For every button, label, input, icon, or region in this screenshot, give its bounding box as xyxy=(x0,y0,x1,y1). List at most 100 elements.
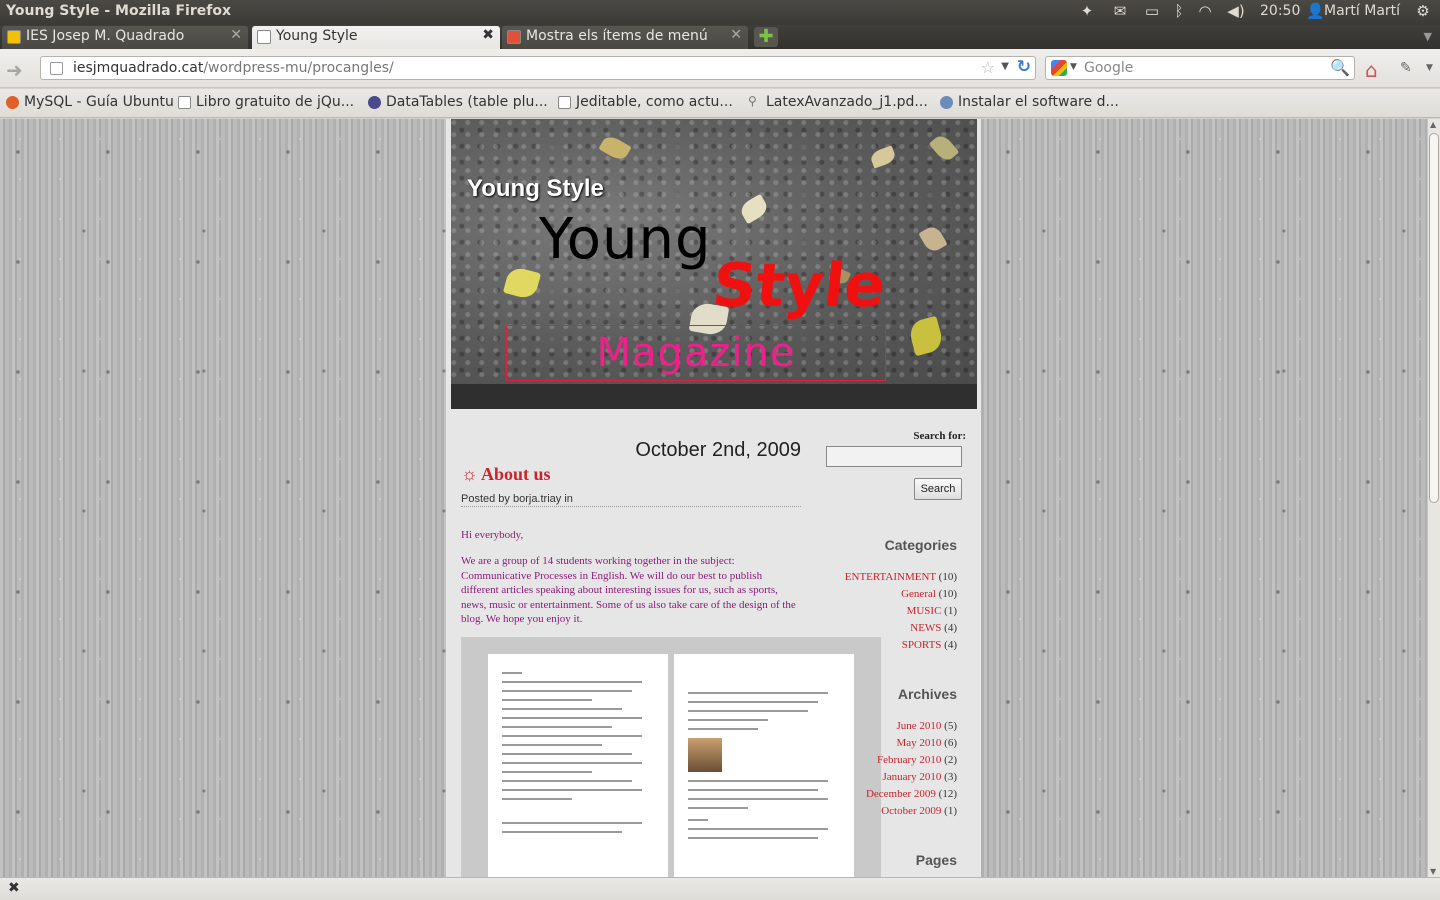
tab-menu-items[interactable]: Mostra els ítems de menú ✕ xyxy=(502,26,748,49)
category-item: General (10) xyxy=(797,588,957,605)
reload-icon[interactable]: ↻ xyxy=(1017,57,1031,77)
tab-ies-josep[interactable]: IES Josep M. Quadrado ✕ xyxy=(2,26,248,49)
bookmark-item[interactable]: Jeditable, como actu... xyxy=(558,94,733,110)
tab-label: Mostra els ítems de menú xyxy=(526,28,708,44)
clock[interactable]: 20:50 xyxy=(1260,3,1300,19)
text-line xyxy=(502,789,642,791)
post-body: We are a group of 14 students working to… xyxy=(461,555,796,625)
text-line xyxy=(688,807,748,809)
bookmark-label: LatexAvanzado_j1.pd... xyxy=(766,94,928,110)
text-line xyxy=(502,708,622,710)
mail-icon[interactable]: ✉ xyxy=(1111,2,1129,20)
category-link[interactable]: NEWS xyxy=(910,622,941,634)
text-line xyxy=(502,744,602,746)
archive-link[interactable]: May 2010 xyxy=(897,737,942,749)
search-label: Search for: xyxy=(913,430,966,442)
archive-count: (6) xyxy=(944,737,957,749)
status-bar: ✖ xyxy=(0,877,1440,900)
scroll-thumb[interactable] xyxy=(1429,133,1439,503)
archive-link[interactable]: January 2010 xyxy=(882,771,941,783)
back-button[interactable]: ➜ xyxy=(6,58,23,82)
joomla-icon xyxy=(507,30,521,44)
text-line xyxy=(502,831,622,833)
category-link[interactable]: SPORTS xyxy=(902,639,942,651)
category-count: (1) xyxy=(944,605,957,617)
page-viewport[interactable]: Young Style Young Style Magazine October… xyxy=(0,119,1427,877)
text-line xyxy=(688,701,818,703)
blog-title[interactable]: Young Style xyxy=(467,175,604,203)
archive-count: (12) xyxy=(938,788,957,800)
volume-icon[interactable]: ◀) xyxy=(1227,2,1245,20)
battery-icon[interactable]: ▭ xyxy=(1143,2,1161,20)
post-greeting: Hi everybody, xyxy=(461,529,524,541)
archive-link[interactable]: December 2009 xyxy=(866,788,936,800)
archive-item: January 2010 (3) xyxy=(797,771,957,788)
logo-style: Style xyxy=(709,251,889,321)
url-history-dropdown-icon[interactable]: ▼ xyxy=(1001,61,1009,72)
dropbox-icon[interactable]: ✦ xyxy=(1078,2,1096,20)
category-link[interactable]: ENTERTAINMENT xyxy=(845,571,936,583)
tab-young-style[interactable]: Young Style ✖ xyxy=(252,26,500,49)
gear-icon[interactable]: ⚙ xyxy=(1414,2,1432,20)
addon-icon[interactable]: ✎ xyxy=(1400,60,1412,76)
post-title-text[interactable]: About us xyxy=(481,464,551,484)
post-title[interactable]: ☼ About us xyxy=(461,464,551,485)
logo-magazine: Magazine xyxy=(596,330,796,376)
categories-title: Categories xyxy=(884,537,957,553)
category-count: (10) xyxy=(938,588,957,600)
archive-item: May 2010 (6) xyxy=(797,737,958,754)
blog-header[interactable]: Young Style Young Style Magazine xyxy=(451,119,977,384)
close-icon[interactable]: ✖ xyxy=(8,880,20,896)
category-count: (4) xyxy=(944,622,957,634)
user-name[interactable]: Martí Martí xyxy=(1324,3,1400,19)
bookmark-star-icon[interactable]: ☆ xyxy=(981,58,995,77)
url-bar[interactable]: iesjmquadrado.cat/wordpress-mu/procangle… xyxy=(40,56,1036,80)
bookmark-item[interactable]: ⚲ LatexAvanzado_j1.pd... xyxy=(748,94,928,110)
tab-label: IES Josep M. Quadrado xyxy=(26,28,185,44)
text-line xyxy=(688,837,818,839)
scroll-down-arrow-icon[interactable]: ▼ xyxy=(1430,867,1436,876)
site-identity-icon[interactable] xyxy=(50,62,63,75)
sidebar-search-input[interactable] xyxy=(826,446,962,467)
google-icon[interactable] xyxy=(1051,60,1067,76)
wifi-icon[interactable]: ◠ xyxy=(1196,2,1214,20)
text-line xyxy=(688,828,828,830)
search-icon[interactable]: 🔍 xyxy=(1330,58,1350,77)
close-icon[interactable]: ✕ xyxy=(230,27,242,43)
search-button[interactable]: Search xyxy=(914,478,962,500)
bookmark-item[interactable]: MySQL - Guía Ubuntu xyxy=(6,94,174,110)
vertical-scrollbar[interactable]: ▲ ▼ xyxy=(1427,119,1440,877)
engine-dropdown-icon[interactable]: ▼ xyxy=(1070,62,1077,72)
addon-dropdown-icon[interactable]: ▼ xyxy=(1426,63,1433,73)
page-icon xyxy=(257,30,271,44)
archive-item: June 2010 (5) xyxy=(797,720,958,737)
category-link[interactable]: General xyxy=(901,588,936,600)
close-icon[interactable]: ✕ xyxy=(730,27,742,43)
logo-young: Young xyxy=(539,207,712,272)
archive-count: (3) xyxy=(944,771,957,783)
category-item: MUSIC (1) xyxy=(797,605,957,622)
post-date: October 2nd, 2009 xyxy=(635,439,801,461)
scroll-up-arrow-icon[interactable]: ▲ xyxy=(1430,120,1436,129)
bookmark-item[interactable]: DataTables (table plu... xyxy=(368,94,548,110)
leaf-decoration xyxy=(502,265,542,301)
close-icon[interactable]: ✖ xyxy=(482,27,494,43)
archive-item: February 2010 (2) xyxy=(797,754,957,771)
tab-list-arrow-icon[interactable]: ▼ xyxy=(1424,30,1432,43)
leaf-decoration xyxy=(868,145,898,169)
home-icon[interactable]: ⌂ xyxy=(1365,58,1378,82)
bookmark-item[interactable]: Libro gratuito de jQu... xyxy=(178,94,354,110)
text-line xyxy=(688,710,808,712)
bluetooth-icon[interactable]: ᛒ xyxy=(1170,2,1188,20)
archive-count: (1) xyxy=(944,805,957,817)
url-host: iesjmquadrado.cat xyxy=(73,60,204,76)
new-tab-button[interactable]: ✚ xyxy=(754,27,778,47)
archive-link[interactable]: June 2010 xyxy=(897,720,942,732)
text-line xyxy=(502,672,522,674)
category-link[interactable]: MUSIC xyxy=(907,605,942,617)
archive-link[interactable]: February 2010 xyxy=(877,754,941,766)
bookmark-item[interactable]: Instalar el software d... xyxy=(940,94,1119,110)
search-bar[interactable]: ▼ Google 🔍 xyxy=(1045,56,1355,80)
category-item: NEWS (4) xyxy=(797,622,957,639)
archive-link[interactable]: October 2009 xyxy=(881,805,941,817)
